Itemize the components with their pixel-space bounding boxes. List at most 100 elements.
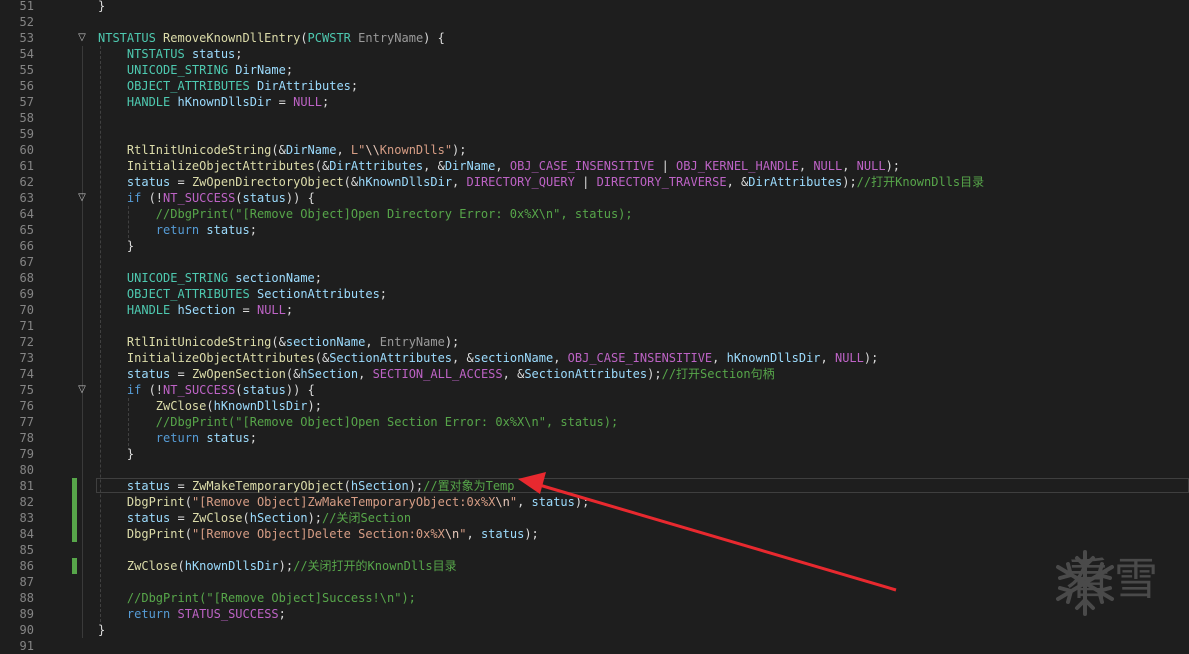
code-text: RtlInitUnicodeString(&DirName, L"\\Known… — [98, 142, 467, 158]
code-editor[interactable]: 51} 52 53 ▽ NTSTATUS RemoveKnownDllEntry(PCW… — [0, 0, 1189, 653]
code-token: = — [170, 367, 192, 381]
fold-toggle-icon[interactable]: ▽ — [76, 190, 88, 206]
code-token: (! — [141, 191, 164, 205]
code-line[interactable]: 55 UNICODE_STRING DirName; — [0, 62, 1189, 78]
code-text: } — [98, 238, 134, 254]
code-line[interactable]: 69 OBJECT_ATTRIBUTES SectionAttributes; — [0, 286, 1189, 302]
line-number: 83 — [19, 511, 34, 525]
code-token: ( — [184, 495, 192, 509]
code-text: UNICODE_STRING DirName; — [98, 62, 293, 78]
code-text: NTSTATUS status; — [98, 46, 243, 62]
code-token: | — [654, 159, 677, 173]
code-token: ; — [249, 431, 257, 445]
code-token: ( — [242, 511, 250, 525]
code-text: status = ZwClose(hSection);//关闭Section — [98, 510, 411, 526]
code-line[interactable]: 91 — [0, 638, 1189, 654]
code-line[interactable]: 67 — [0, 254, 1189, 270]
code-line[interactable]: 57 HANDLE hKnownDllsDir = NULL; — [0, 94, 1189, 110]
code-token: L" — [350, 143, 366, 157]
code-line[interactable]: 58 — [0, 110, 1189, 126]
code-line[interactable]: 77 //DbgPrint("[Remove Object]Open Secti… — [0, 414, 1189, 430]
code-line[interactable]: 76 ZwClose(hKnownDllsDir); — [0, 398, 1189, 414]
code-line[interactable]: 52 — [0, 14, 1189, 30]
line-number: 65 — [19, 223, 34, 237]
code-line[interactable]: 61 InitializeObjectAttributes(&DirAttrib… — [0, 158, 1189, 174]
code-token: STATUS_SUCCESS — [177, 607, 279, 621]
code-line[interactable]: 65 return status; — [0, 222, 1189, 238]
code-token: ( — [177, 559, 185, 573]
line-number: 75 — [19, 383, 34, 397]
code-token: } — [98, 239, 135, 253]
code-line[interactable]: 81 status = ZwMakeTemporaryObject(hSecti… — [0, 478, 1189, 494]
code-line[interactable]: 60 RtlInitUnicodeString(&DirName, L"\\Kn… — [0, 142, 1189, 158]
code-line[interactable]: 72 RtlInitUnicodeString(&sectionName, En… — [0, 334, 1189, 350]
code-text: OBJECT_ATTRIBUTES DirAttributes; — [98, 78, 358, 94]
code-text: OBJECT_ATTRIBUTES SectionAttributes; — [98, 286, 387, 302]
fold-toggle-icon[interactable]: ▽ — [76, 382, 88, 398]
code-line[interactable]: 90} — [0, 622, 1189, 638]
code-line[interactable]: 75 ▽ if (!NT_SUCCESS(status)) { — [0, 382, 1189, 398]
code-token: hSection — [350, 479, 409, 493]
code-text: return status; — [98, 430, 257, 446]
code-line[interactable]: 82 DbgPrint("[Remove Object]ZwMakeTempor… — [0, 494, 1189, 510]
code-line[interactable]: 73 InitializeObjectAttributes(&SectionAt… — [0, 350, 1189, 366]
code-token: , — [452, 175, 467, 189]
code-line[interactable]: 62 status = ZwOpenDirectoryObject(&hKnow… — [0, 174, 1189, 190]
code-line[interactable]: 83 status = ZwClose(hSection);//关闭Sectio… — [0, 510, 1189, 526]
code-token: InitializeObjectAttributes — [126, 159, 315, 173]
code-token: UNICODE_STRING — [126, 271, 229, 285]
fold-toggle-icon[interactable]: ▽ — [76, 30, 88, 46]
line-number: 51 — [19, 0, 34, 13]
code-token: ); — [408, 479, 424, 493]
code-token: status — [126, 511, 171, 525]
code-line[interactable]: 53 ▽ NTSTATUS RemoveKnownDllEntry(PCWSTR E… — [0, 30, 1189, 46]
code-text: //DbgPrint("[Remove Object]Open Director… — [98, 206, 633, 222]
code-token: , — [495, 159, 510, 173]
code-line[interactable]: 84 DbgPrint("[Remove Object]Delete Secti… — [0, 526, 1189, 542]
code-text: return status; — [98, 222, 257, 238]
code-token: hKnownDllsDir — [213, 399, 308, 413]
code-token: , — [336, 143, 351, 157]
code-token: hSection — [249, 511, 308, 525]
code-token: ); — [842, 175, 857, 189]
code-token: OBJ_KERNEL_HANDLE — [676, 159, 799, 173]
code-token: NTSTATUS — [126, 47, 185, 61]
line-number: 64 — [19, 207, 34, 221]
code-token: NULL — [856, 159, 886, 173]
code-token: //置对象为Temp — [423, 479, 515, 493]
code-line[interactable]: 74 status = ZwOpenSection(&hSection, SEC… — [0, 366, 1189, 382]
line-number: 87 — [19, 575, 34, 589]
code-token: } — [98, 0, 106, 13]
code-token: NULL — [256, 303, 286, 317]
code-token: SectionAttributes — [256, 287, 380, 301]
code-line[interactable]: 68 UNICODE_STRING sectionName; — [0, 270, 1189, 286]
code-line[interactable]: 80 — [0, 462, 1189, 478]
code-token: status — [531, 495, 575, 509]
code-line[interactable]: 63 ▽ if (!NT_SUCCESS(status)) { — [0, 190, 1189, 206]
line-number: 72 — [19, 335, 34, 349]
code-line[interactable]: 54 NTSTATUS status; — [0, 46, 1189, 62]
code-line[interactable]: 70 HANDLE hSection = NULL; — [0, 302, 1189, 318]
code-line[interactable]: 71 — [0, 318, 1189, 334]
code-line[interactable]: 56 OBJECT_ATTRIBUTES DirAttributes; — [0, 78, 1189, 94]
code-line[interactable]: 51} — [0, 0, 1189, 14]
code-token: DirAttributes — [329, 159, 424, 173]
code-line[interactable]: 64 //DbgPrint("[Remove Object]Open Direc… — [0, 206, 1189, 222]
code-token: status — [206, 223, 250, 237]
code-token: ZwOpenDirectoryObject — [191, 175, 344, 189]
code-line[interactable]: 59 — [0, 126, 1189, 142]
line-number: 56 — [19, 79, 34, 93]
code-token: , & — [502, 367, 525, 381]
code-line[interactable]: 66 } — [0, 238, 1189, 254]
code-line[interactable]: 79 } — [0, 446, 1189, 462]
code-token: OBJECT_ATTRIBUTES — [126, 79, 250, 93]
code-token: ZwClose — [191, 511, 243, 525]
code-text: DbgPrint("[Remove Object]Delete Section:… — [98, 526, 539, 542]
code-line[interactable]: 78 return status; — [0, 430, 1189, 446]
code-token: "[Remove Object]Delete Section:0x%X — [191, 527, 445, 541]
